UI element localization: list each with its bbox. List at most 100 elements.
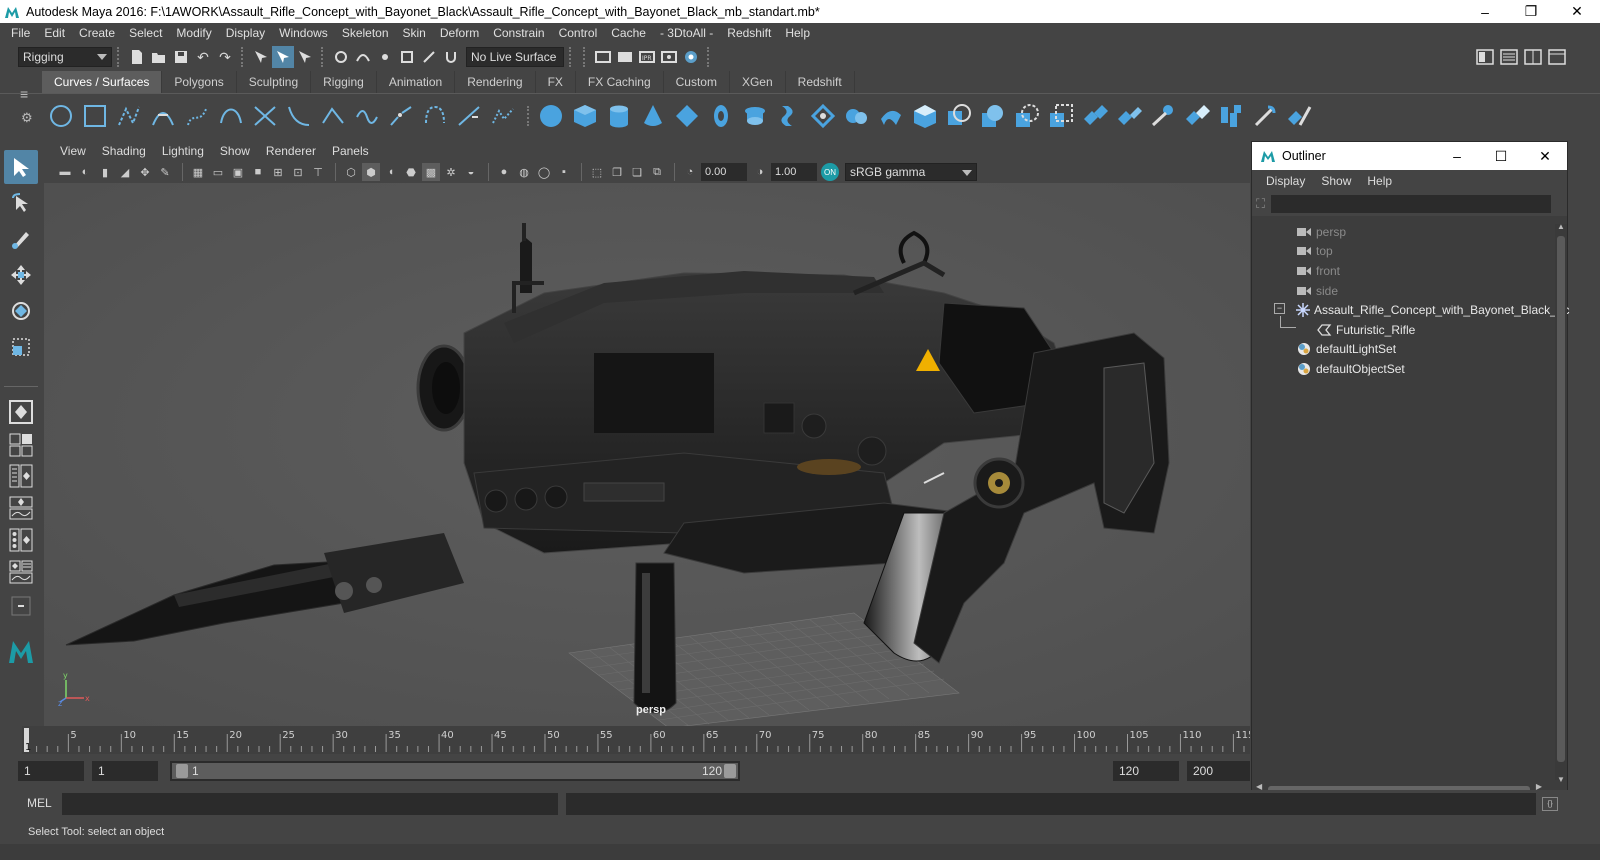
shelf-tab-rigging[interactable]: Rigging: [311, 71, 377, 93]
outliner-item[interactable]: defaultObjectSet: [1252, 359, 1567, 379]
ep-curve-icon[interactable]: [148, 101, 178, 131]
screen-space-ao-icon[interactable]: ●: [495, 163, 513, 181]
outliner-menu-help[interactable]: Help: [1359, 174, 1400, 188]
animation-start-field[interactable]: 1: [18, 761, 84, 781]
shelf-tab-animation[interactable]: Animation: [377, 71, 456, 93]
panel-menu-panels[interactable]: Panels: [324, 144, 377, 158]
gamma-field[interactable]: 1.00: [771, 163, 817, 181]
shelf-tab-xgen[interactable]: XGen: [730, 71, 786, 93]
move-tool-icon[interactable]: [4, 258, 38, 292]
bookmark-icon[interactable]: ▮: [96, 163, 114, 181]
rebuild-curve-icon[interactable]: [488, 101, 518, 131]
image-plane-icon[interactable]: ◢: [116, 163, 134, 181]
outliner-item[interactable]: − Assault_Rifle_Concept_with_Bayonet_Blac…: [1252, 300, 1570, 320]
curve-fillet-icon[interactable]: [284, 101, 314, 131]
nurbs-sphere-icon[interactable]: [536, 101, 566, 131]
untrim-icon[interactable]: [1046, 101, 1076, 131]
menu-cache[interactable]: Cache: [604, 26, 653, 40]
range-slider-track[interactable]: [172, 763, 738, 779]
menu-skeleton[interactable]: Skeleton: [335, 26, 396, 40]
command-input[interactable]: [62, 793, 558, 815]
planar-icon[interactable]: [808, 101, 838, 131]
playback-start-field[interactable]: 1: [92, 761, 158, 781]
script-editor-icon[interactable]: {}: [1542, 797, 1558, 811]
open-close-curve-icon[interactable]: [420, 101, 450, 131]
birail-icon[interactable]: [876, 101, 906, 131]
outliner-close-button[interactable]: ✕: [1523, 142, 1567, 170]
panel-menu-view[interactable]: View: [52, 144, 94, 158]
use-all-lights-icon[interactable]: ✲: [442, 163, 460, 181]
collapse-toggle-icon[interactable]: −: [1274, 303, 1285, 315]
shelf-tab-sculpting[interactable]: Sculpting: [237, 71, 312, 93]
snap-grid-icon[interactable]: [330, 46, 352, 68]
menu-3dtoall[interactable]: - 3DtoAll -: [653, 26, 720, 40]
extend-curve-icon[interactable]: [454, 101, 484, 131]
outliner-minimize-button[interactable]: –: [1435, 142, 1479, 170]
detach-surfaces-icon[interactable]: [1114, 101, 1144, 131]
paint-select-tool-icon[interactable]: [4, 222, 38, 256]
view-transform-dropdown[interactable]: sRGB gamma: [845, 163, 977, 181]
shelf-tab-polygons[interactable]: Polygons: [162, 71, 237, 93]
attach-surfaces-icon[interactable]: [1080, 101, 1110, 131]
shelf-tab-custom[interactable]: Custom: [664, 71, 730, 93]
gate-mask-icon[interactable]: ■: [249, 163, 267, 181]
pencil-curve-icon[interactable]: [182, 101, 212, 131]
menu-create[interactable]: Create: [72, 26, 122, 40]
shelf-tab-fx-caching[interactable]: FX Caching: [576, 71, 664, 93]
nurbs-cone-icon[interactable]: [638, 101, 668, 131]
xray-components-icon[interactable]: ⧉: [648, 163, 666, 181]
shelf-tab-redshift[interactable]: Redshift: [786, 71, 855, 93]
menu-select[interactable]: Select: [122, 26, 169, 40]
film-gate-icon[interactable]: ▭: [209, 163, 227, 181]
filter-icon[interactable]: ⛶: [1256, 196, 1265, 212]
redo-icon[interactable]: ↷: [214, 46, 236, 68]
intersect-surfaces-icon[interactable]: [944, 101, 974, 131]
minimize-button[interactable]: –: [1462, 0, 1508, 23]
menu-control[interactable]: Control: [552, 26, 605, 40]
ipr-render-icon[interactable]: IPR: [636, 46, 658, 68]
snap-view-plane-icon[interactable]: [396, 46, 418, 68]
safe-title-icon[interactable]: ⊤: [309, 163, 327, 181]
panel-menu-show[interactable]: Show: [212, 144, 258, 158]
exposure-icon[interactable]: ◔: [681, 163, 699, 181]
panel-menu-lighting[interactable]: Lighting: [154, 144, 212, 158]
grease-pencil-icon[interactable]: ✎: [156, 163, 174, 181]
hypershade-icon[interactable]: [680, 46, 702, 68]
menu-edit[interactable]: Edit: [37, 26, 72, 40]
revolve-icon[interactable]: [740, 101, 770, 131]
maximize-button[interactable]: ❐: [1508, 0, 1554, 23]
scroll-up-icon[interactable]: ▲: [1557, 222, 1565, 231]
nurbs-circle-icon[interactable]: [46, 101, 76, 131]
open-close-surface-icon[interactable]: [1148, 101, 1178, 131]
lasso-tool-icon[interactable]: [4, 186, 38, 220]
outliner-menu-show[interactable]: Show: [1313, 174, 1359, 188]
cv-curve-icon[interactable]: [114, 101, 144, 131]
panel-menu-shading[interactable]: Shading: [94, 144, 154, 158]
render-settings-icon[interactable]: [592, 46, 614, 68]
layout-attribute-editor-icon[interactable]: [1498, 46, 1520, 68]
shelf-tab-curves-surfaces[interactable]: Curves / Surfaces: [42, 71, 163, 93]
live-surface-field[interactable]: No Live Surface: [466, 47, 564, 67]
shelf-settings-icon[interactable]: ⚙: [21, 110, 33, 126]
select-camera-icon[interactable]: ▬: [56, 163, 74, 181]
scrollbar-thumb[interactable]: [1557, 236, 1565, 762]
select-hierarchy-icon[interactable]: [250, 46, 272, 68]
menu-deform[interactable]: Deform: [433, 26, 486, 40]
camera-attributes-icon[interactable]: ◐: [76, 163, 94, 181]
menu-constrain[interactable]: Constrain: [486, 26, 551, 40]
curve-intersect-icon[interactable]: [250, 101, 280, 131]
wireframe-on-shaded-icon[interactable]: ⬣: [402, 163, 420, 181]
motion-blur-icon[interactable]: ◍: [515, 163, 533, 181]
smooth-shade-icon[interactable]: ⬢: [362, 163, 380, 181]
rebuild-surface-icon[interactable]: [1250, 101, 1280, 131]
persp-outliner-layout-icon[interactable]: [4, 461, 38, 491]
persp-graph-editor-layout-icon[interactable]: [4, 557, 38, 587]
menu-set-dropdown[interactable]: Rigging: [18, 47, 112, 67]
bevel-plus-icon[interactable]: [910, 101, 940, 131]
field-chart-icon[interactable]: ⊞: [269, 163, 287, 181]
outliner-menu-display[interactable]: Display: [1258, 174, 1313, 188]
gamma-icon[interactable]: ◑: [751, 163, 769, 181]
nurbs-square-icon[interactable]: [80, 101, 110, 131]
select-tool-icon[interactable]: [4, 150, 38, 184]
menu-display[interactable]: Display: [219, 26, 272, 40]
